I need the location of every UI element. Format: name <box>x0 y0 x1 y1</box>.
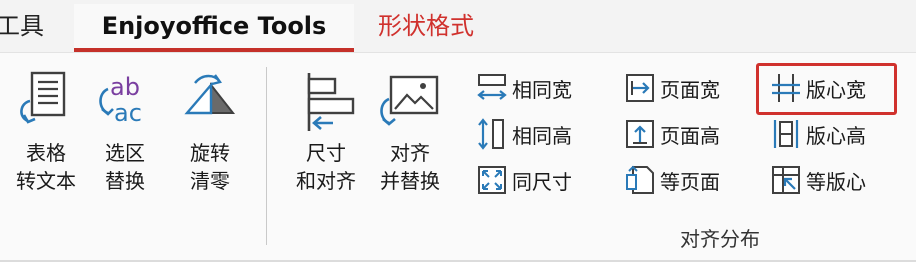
table-to-text-button[interactable]: 表格 转文本 <box>8 69 84 195</box>
size-align-icon <box>307 73 355 131</box>
ribbon-panel: 表格 转文本 ab ac 选区 替换 旋转 清零 尺寸 和对齐 对齐 并替换 相… <box>0 52 916 262</box>
same-height-button[interactable]: 相同高 <box>474 115 572 153</box>
select-replace-label-1: 选区 <box>105 141 145 165</box>
svg-text:ab: ab <box>110 73 140 101</box>
select-replace-icon: ab ac <box>99 73 142 127</box>
align-replace-label-1: 对齐 <box>390 141 430 165</box>
page-width-label: 页面宽 <box>660 77 720 102</box>
page-width-button[interactable]: 页面宽 <box>622 69 720 107</box>
tab-shape-format[interactable]: 形状格式 <box>378 8 474 44</box>
align-replace-label-2: 并替换 <box>380 169 440 193</box>
image-replace-icon <box>380 75 439 126</box>
layout-height-button[interactable]: 版心高 <box>768 115 866 153</box>
same-size-button[interactable]: 同尺寸 <box>474 161 572 199</box>
equal-layout-label: 等版心 <box>806 169 866 194</box>
page-height-button[interactable]: 页面高 <box>622 115 720 153</box>
size-align-label-2: 和对齐 <box>296 169 356 193</box>
same-width-icon <box>474 70 510 106</box>
rotate-zero-label-1: 旋转 <box>190 141 230 165</box>
rotate-zero-button[interactable]: 旋转 清零 <box>172 69 248 195</box>
size-align-label-1: 尺寸 <box>306 141 346 165</box>
highlight-box <box>756 63 897 115</box>
align-replace-button[interactable]: 对齐 并替换 <box>372 69 448 195</box>
layout-height-icon <box>768 116 804 152</box>
select-replace-button[interactable]: ab ac 选区 替换 <box>90 69 160 195</box>
page-width-icon <box>622 70 658 106</box>
same-width-button[interactable]: 相同宽 <box>474 69 572 107</box>
rotate-zero-label-2: 清零 <box>190 169 230 193</box>
page-height-label: 页面高 <box>660 123 720 148</box>
equal-layout-button[interactable]: 等版心 <box>768 161 866 199</box>
same-size-icon <box>474 162 510 198</box>
table-to-text-label-2: 转文本 <box>16 169 76 193</box>
group-label-align-distribute: 对齐分布 <box>680 227 760 251</box>
table-to-text-icon <box>20 71 66 124</box>
equal-page-icon <box>622 162 658 198</box>
tab-enjoyoffice-tools[interactable]: Enjoyoffice Tools <box>74 4 354 52</box>
equal-page-button[interactable]: 等页面 <box>622 161 720 199</box>
equal-layout-icon <box>768 162 804 198</box>
svg-text:ac: ac <box>114 99 142 127</box>
same-width-label: 相同宽 <box>512 77 572 102</box>
layout-height-label: 版心高 <box>806 123 866 148</box>
table-to-text-label-1: 表格 <box>26 141 66 165</box>
ribbon-separator <box>266 67 267 245</box>
tab-tools[interactable]: 工具 <box>0 8 44 44</box>
same-height-icon <box>474 116 510 152</box>
same-height-label: 相同高 <box>512 123 572 148</box>
ribbon-tab-bar: 工具 Enjoyoffice Tools 形状格式 <box>0 0 916 52</box>
equal-page-label: 等页面 <box>660 169 720 194</box>
select-replace-label-2: 替换 <box>105 169 145 193</box>
size-align-button[interactable]: 尺寸 和对齐 <box>286 69 366 195</box>
page-height-icon <box>622 116 658 152</box>
same-size-label: 同尺寸 <box>512 169 572 194</box>
rotate-zero-icon <box>184 74 236 115</box>
